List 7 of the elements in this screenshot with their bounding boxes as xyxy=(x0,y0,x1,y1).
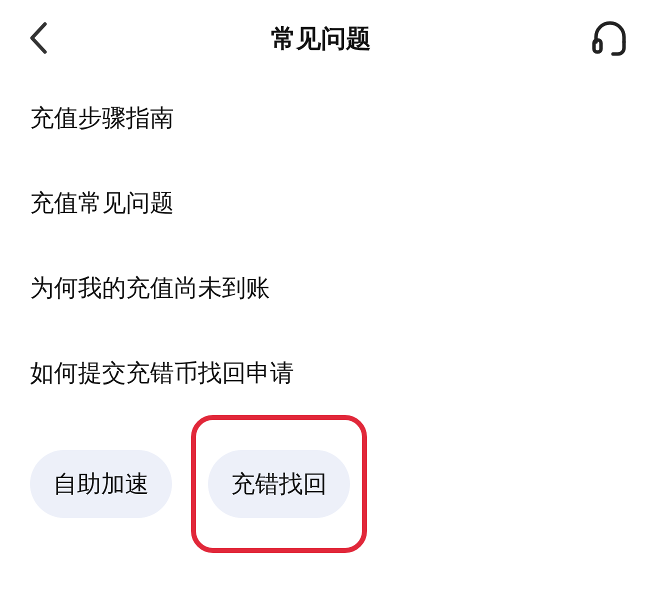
faq-item[interactable]: 为何我的充值尚未到账 xyxy=(30,246,270,331)
action-button[interactable]: 自助加速 xyxy=(30,450,172,518)
action-button[interactable]: 充错找回 xyxy=(208,450,350,518)
faq-item[interactable]: 充值步骤指南 xyxy=(30,76,174,161)
faq-item[interactable]: 充值常见问题 xyxy=(30,161,174,246)
faq-item[interactable]: 如何提交充错币找回申请 xyxy=(30,331,294,416)
page-title: 常见问题 xyxy=(271,22,371,54)
